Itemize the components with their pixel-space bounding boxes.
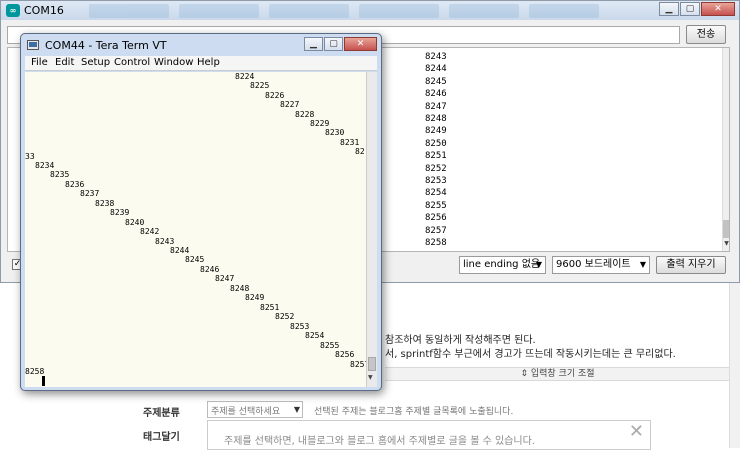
serial-output-line: 8244 [425, 64, 447, 75]
minimize-button[interactable]: ▁ [304, 37, 323, 51]
serial-output-line: 8248 [425, 114, 447, 124]
chevron-down-icon: ▼ [293, 405, 300, 414]
terminal-icon [27, 40, 39, 50]
terminal-line: 8240 [125, 218, 145, 227]
line-ending-select[interactable]: line ending 없음 ▼ [459, 256, 546, 274]
menu-edit[interactable]: Edit [55, 57, 74, 68]
terminal-line: 8249 [245, 293, 265, 302]
teraterm-window: COM44 - Tera Term VT ▁ ▢ ✕ File Edit Set… [20, 33, 382, 391]
menu-control[interactable]: Control [114, 57, 150, 68]
terminal-line: 8238 [95, 199, 115, 208]
arduino-icon: ∞ [6, 4, 20, 17]
chevron-down-icon: ▼ [639, 260, 646, 269]
maximize-button[interactable]: ▢ [324, 37, 343, 51]
terminal-line: 8231 [340, 138, 360, 147]
terminal-line: 8253 [290, 322, 310, 331]
terminal-line: 8246 [200, 265, 220, 274]
scrollbar-thumb[interactable] [368, 357, 376, 371]
serial-output-line: 8246 [425, 89, 447, 100]
menu-help[interactable]: Help [197, 57, 220, 68]
serial-output-line: 8245 [425, 76, 447, 87]
output-scrollbar[interactable]: ▼ [722, 48, 729, 251]
terminal-line: 8239 [110, 208, 130, 217]
category-hint: 선택된 주제는 블로그홈 주제별 글목록에 노출됩니다. [314, 407, 514, 417]
terminal-line: 82 [355, 147, 365, 156]
terminal-line: 8247 [215, 274, 235, 283]
terminal-line: 8225 [250, 81, 270, 90]
terminal-line: 8243 [155, 237, 175, 246]
terminal-line: 8234 [35, 161, 55, 170]
terminal-line: 8230 [325, 128, 345, 137]
scroll-down-arrow-icon[interactable]: ▼ [368, 374, 373, 381]
terminal-line: 8237 [80, 189, 100, 198]
terminal-line: 33 [25, 152, 35, 161]
teraterm-menubar: File Edit Setup Control Window Help [25, 56, 377, 71]
blog-text-line-1: 참조하여 동일하게 작성해주면 된다. [385, 335, 536, 346]
line-ending-value: line ending 없음 [463, 259, 541, 270]
page-scrollbar[interactable] [729, 283, 740, 448]
menu-window[interactable]: Window [154, 57, 193, 68]
terminal-cursor [42, 376, 45, 386]
terminal-scrollbar[interactable]: ▼ [366, 72, 377, 387]
serial-output-line: 8250 [425, 138, 447, 149]
tag-placeholder: 주제를 선택하면, 내블로그와 블로그 홈에서 주제별로 글을 볼 수 있습니다… [224, 436, 535, 447]
minimize-button[interactable]: ▁ [659, 2, 679, 16]
serial-output-line: 8247 [425, 101, 447, 112]
send-button[interactable]: 전송 [686, 25, 726, 44]
serial-monitor-titlebar[interactable]: ∞ COM16 ▁ ▢ ✕ [1, 1, 739, 20]
terminal-line: 8235 [50, 170, 70, 179]
clear-output-button[interactable]: 출력 지우기 [656, 256, 726, 274]
serial-output-line: 8243 [425, 52, 447, 62]
serial-output-line: 8254 [425, 188, 447, 199]
serial-output-line: 8249 [425, 126, 447, 137]
close-button[interactable]: ✕ [344, 37, 377, 51]
terminal-line: 8257 [350, 360, 366, 369]
terminal-line: 8245 [185, 255, 205, 264]
terminal-line: 8226 [265, 91, 285, 100]
terminal-line: 8255 [320, 341, 340, 350]
terminal-line: 8248 [230, 284, 250, 293]
serial-output-line: 8256 [425, 213, 447, 224]
terminal-line: 8242 [140, 227, 160, 236]
terminal-screen[interactable]: 8224 8225 8226 8227 8228 8229 8230 8231 82 33 8234… [25, 72, 366, 387]
terminal-line: 8227 [280, 100, 300, 109]
close-button[interactable]: ✕ [701, 2, 735, 16]
menu-setup[interactable]: Setup [81, 57, 110, 68]
tag-label: 태그달기 [143, 432, 180, 443]
terminal-line: 8224 [235, 72, 255, 81]
maximize-button[interactable]: ▢ [680, 2, 700, 16]
chevron-down-icon: ▼ [535, 260, 542, 269]
terminal-line: 8244 [170, 246, 190, 255]
scroll-down-arrow-icon[interactable]: ▼ [723, 240, 729, 247]
terminal-line: 8254 [305, 331, 325, 340]
tag-input[interactable]: 주제를 선택하면, 내블로그와 블로그 홈에서 주제별로 글을 볼 수 있습니다… [207, 420, 651, 450]
terminal-line: 8252 [275, 312, 295, 321]
serial-output-line: 8253 [425, 176, 447, 186]
baud-rate-value: 9600 보드레이트 [556, 259, 631, 270]
category-select-value: 주제를 선택하세요 [211, 407, 281, 417]
blog-text-line-2: 서, sprintf함수 부근에서 경고가 뜨는데 작동시키는데는 큰 무리없다… [385, 349, 676, 360]
serial-output-line: 8257 [425, 225, 447, 236]
category-label: 주제분류 [143, 408, 180, 419]
category-select[interactable]: 주제를 선택하세요 ▼ [207, 401, 303, 418]
editor-resize-handle[interactable]: ⇕ 입력창 크기 조절 [385, 367, 730, 381]
close-icon[interactable]: ✕ [629, 423, 644, 441]
serial-output-line: 8258 [425, 238, 447, 248]
terminal-line: 8251 [260, 303, 280, 312]
teraterm-titlebar[interactable]: COM44 - Tera Term VT ▁ ▢ ✕ [21, 34, 381, 56]
terminal-line: 8256 [335, 350, 355, 359]
terminal-line: 8258 [25, 367, 45, 376]
terminal-line: 8228 [295, 110, 315, 119]
serial-output-line: 8252 [425, 163, 447, 174]
terminal-line: 8236 [65, 180, 85, 189]
serial-output-line: 8251 [425, 151, 447, 162]
baud-rate-select[interactable]: 9600 보드레이트 ▼ [552, 256, 650, 274]
serial-output-line: 8255 [425, 200, 447, 211]
terminal-line: 8229 [310, 119, 330, 128]
scrollbar-thumb[interactable] [723, 220, 729, 238]
menu-file[interactable]: File [31, 57, 48, 68]
teraterm-title: COM44 - Tera Term VT [45, 39, 167, 52]
window-title: COM16 [24, 4, 64, 17]
background-taskbar-tabs [89, 4, 609, 18]
